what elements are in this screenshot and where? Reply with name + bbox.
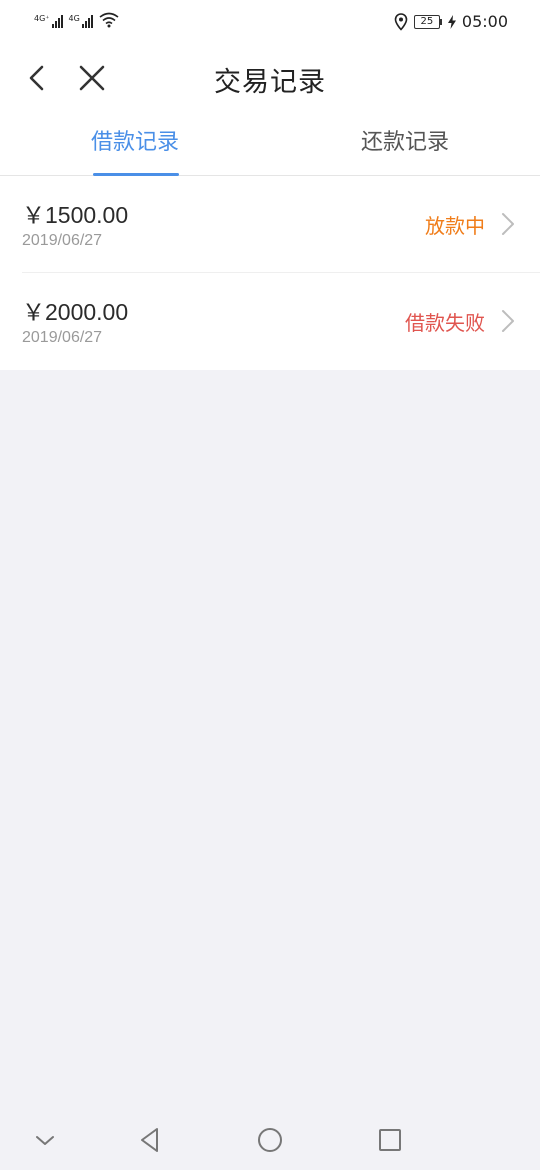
record-amount: ￥2000.00: [22, 299, 129, 325]
back-triangle-icon[interactable]: [134, 1124, 166, 1156]
battery-level: 25: [413, 14, 440, 29]
system-nav-bar: [0, 1110, 540, 1170]
status-icons-left: 4G⁺ 4G: [34, 12, 119, 28]
header: 交易记录 借款记录 还款记录: [0, 46, 540, 176]
tab-borrow-records[interactable]: 借款记录: [0, 124, 270, 156]
battery-icon: 25: [413, 14, 442, 29]
cellular-signal-icon: 4G⁺: [34, 15, 63, 28]
status-icons-right: 25 05:00: [394, 12, 508, 31]
tab-repay-records[interactable]: 还款记录: [270, 124, 540, 156]
records-list: ￥1500.00 2019/06/27 放款中 ￥2000.00 2019/06…: [0, 176, 540, 370]
record-status: 放款中: [425, 214, 485, 238]
record-amount: ￥1500.00: [22, 202, 129, 228]
chevron-right-icon: [502, 213, 514, 235]
record-date: 2019/06/27: [22, 329, 103, 346]
wifi-icon: [99, 12, 119, 28]
network-type-label: 4G⁺: [34, 14, 50, 23]
chevron-down-icon[interactable]: [29, 1124, 61, 1156]
list-item[interactable]: ￥1500.00 2019/06/27 放款中: [22, 176, 540, 273]
record-date: 2019/06/27: [22, 232, 103, 249]
chevron-right-icon: [502, 310, 514, 332]
list-item[interactable]: ￥2000.00 2019/06/27 借款失败: [22, 273, 540, 370]
tab-bar: 借款记录 还款记录: [0, 114, 540, 176]
page-title: 交易记录: [214, 67, 326, 98]
network-type-label-2: 4G: [68, 14, 80, 23]
cellular-signal-icon-2: 4G: [69, 15, 93, 28]
location-icon: [394, 12, 408, 31]
home-circle-icon[interactable]: [254, 1124, 286, 1156]
charging-icon: [447, 14, 456, 29]
status-bar: 4G⁺ 4G 25 05:00: [0, 0, 540, 46]
record-status: 借款失败: [405, 311, 485, 335]
title-bar: 交易记录: [0, 46, 540, 114]
recents-square-icon[interactable]: [374, 1124, 406, 1156]
clock: 05:00: [461, 12, 508, 31]
